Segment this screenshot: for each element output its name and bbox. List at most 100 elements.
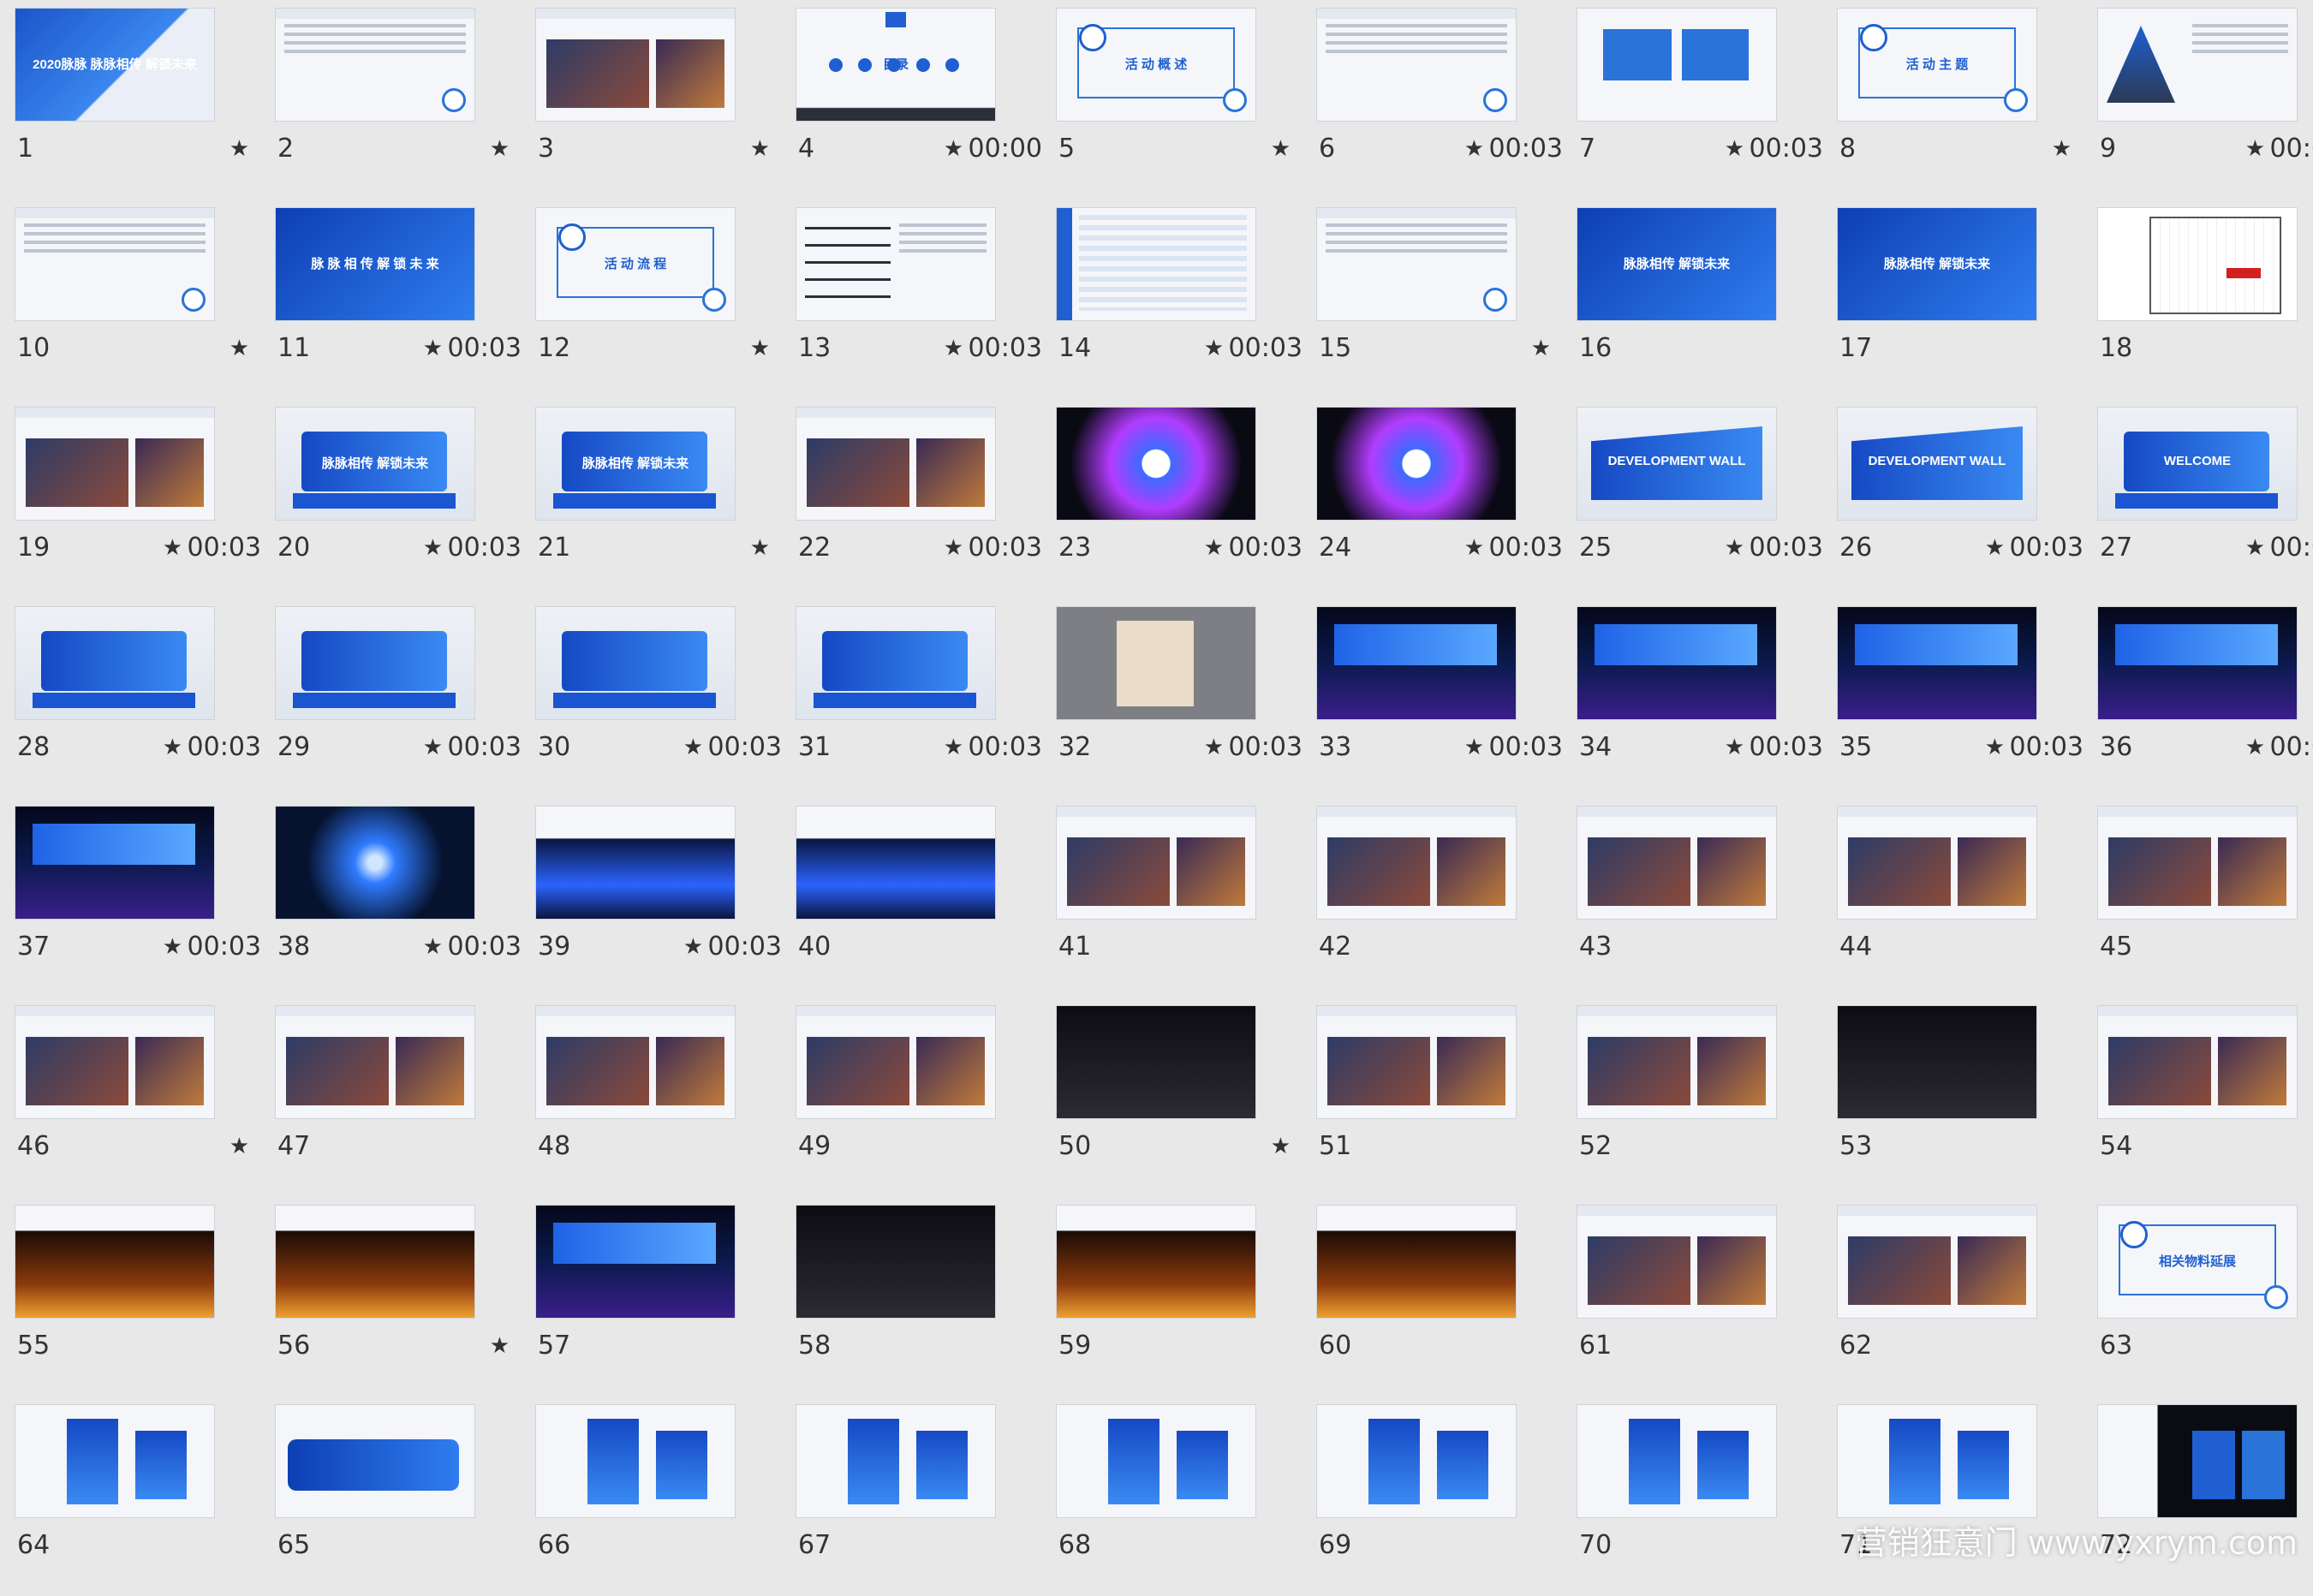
- slide-thumbnail-1[interactable]: 2020脉脉 脉脉相传 解锁未来 1 ★: [0, 0, 261, 200]
- slide-thumbnail-47[interactable]: 47: [260, 998, 522, 1197]
- slide-preview[interactable]: [1317, 607, 1516, 719]
- slide-preview[interactable]: [796, 1405, 995, 1517]
- slide-thumbnail-66[interactable]: 66: [521, 1396, 782, 1596]
- star-icon[interactable]: ★: [163, 935, 182, 957]
- slide-thumbnail-32[interactable]: 32 ★ 00:03: [1041, 598, 1303, 798]
- slide-thumbnail-7[interactable]: 7 ★ 00:03: [1562, 0, 1823, 200]
- slide-preview[interactable]: [1838, 1405, 2036, 1517]
- star-icon[interactable]: ★: [230, 1134, 249, 1157]
- star-icon[interactable]: ★: [683, 935, 703, 957]
- slide-preview[interactable]: [276, 9, 474, 121]
- slide-thumbnail-12[interactable]: 活 动 流 程 12 ★: [521, 200, 782, 399]
- slide-preview[interactable]: 脉脉相传 解锁未来: [536, 408, 735, 520]
- star-icon[interactable]: ★: [944, 336, 963, 359]
- slide-preview[interactable]: [15, 607, 214, 719]
- slide-thumbnail-59[interactable]: 59: [1041, 1197, 1303, 1396]
- slide-preview[interactable]: [1317, 807, 1516, 919]
- slide-thumbnail-4[interactable]: 目录 4 ★ 00:00: [781, 0, 1042, 200]
- slide-thumbnail-33[interactable]: 33 ★ 00:03: [1302, 598, 1563, 798]
- slide-thumbnail-64[interactable]: 64: [0, 1396, 261, 1596]
- slide-preview[interactable]: [1577, 1006, 1776, 1118]
- slide-thumbnail-13[interactable]: 13 ★ 00:03: [781, 200, 1042, 399]
- slide-preview[interactable]: [1317, 408, 1516, 520]
- slide-thumbnail-2[interactable]: 2 ★: [260, 0, 522, 200]
- slide-preview[interactable]: [796, 1006, 995, 1118]
- slide-preview[interactable]: [2098, 607, 2297, 719]
- slide-thumbnail-18[interactable]: 18: [2083, 200, 2313, 399]
- slide-preview[interactable]: [2098, 9, 2297, 121]
- slide-thumbnail-21[interactable]: 脉脉相传 解锁未来 21 ★: [521, 399, 782, 598]
- slide-thumbnail-22[interactable]: 22 ★ 00:03: [781, 399, 1042, 598]
- slide-thumbnail-65[interactable]: 65: [260, 1396, 522, 1596]
- star-icon[interactable]: ★: [944, 536, 963, 558]
- star-icon[interactable]: ★: [1985, 735, 2005, 758]
- slide-preview[interactable]: [15, 408, 214, 520]
- slide-preview[interactable]: [796, 1206, 995, 1318]
- slide-thumbnail-8[interactable]: 活 动 主 题 8 ★: [1822, 0, 2083, 200]
- slide-preview[interactable]: [1577, 1206, 1776, 1318]
- slide-preview[interactable]: [536, 1006, 735, 1118]
- slide-thumbnail-51[interactable]: 51: [1302, 998, 1563, 1197]
- slide-preview[interactable]: [1317, 1206, 1516, 1318]
- slide-preview[interactable]: 2020脉脉 脉脉相传 解锁未来: [15, 9, 214, 121]
- star-icon[interactable]: ★: [423, 935, 443, 957]
- slide-thumbnail-26[interactable]: DEVELOPMENT WALL 26 ★ 00:03: [1822, 399, 2083, 598]
- slide-thumbnail-70[interactable]: 70: [1562, 1396, 1823, 1596]
- star-icon[interactable]: ★: [1985, 536, 2005, 558]
- slide-preview[interactable]: [536, 1405, 735, 1517]
- slide-thumbnail-14[interactable]: 14 ★ 00:03: [1041, 200, 1303, 399]
- slide-preview[interactable]: [2098, 208, 2297, 320]
- slide-thumbnail-46[interactable]: 46 ★: [0, 998, 261, 1197]
- slide-preview[interactable]: [796, 208, 995, 320]
- star-icon[interactable]: ★: [1204, 336, 1224, 359]
- star-icon[interactable]: ★: [1204, 536, 1224, 558]
- slide-thumbnail-30[interactable]: 30 ★ 00:03: [521, 598, 782, 798]
- slide-thumbnail-72[interactable]: 72: [2083, 1396, 2313, 1596]
- star-icon[interactable]: ★: [1271, 137, 1291, 159]
- star-icon[interactable]: ★: [2245, 536, 2265, 558]
- slide-thumbnail-10[interactable]: 10 ★: [0, 200, 261, 399]
- slide-preview[interactable]: [1838, 607, 2036, 719]
- slide-preview[interactable]: [1057, 607, 1255, 719]
- star-icon[interactable]: ★: [1271, 1134, 1291, 1157]
- star-icon[interactable]: ★: [683, 735, 703, 758]
- slide-thumbnail-16[interactable]: 脉脉相传 解锁未来 16: [1562, 200, 1823, 399]
- slide-preview[interactable]: [796, 408, 995, 520]
- slide-preview[interactable]: [1577, 9, 1776, 121]
- slide-preview[interactable]: [276, 807, 474, 919]
- slide-preview[interactable]: [1317, 1006, 1516, 1118]
- star-icon[interactable]: ★: [1204, 735, 1224, 758]
- star-icon[interactable]: ★: [2052, 137, 2072, 159]
- slide-preview[interactable]: [1057, 1006, 1255, 1118]
- slide-preview[interactable]: [2098, 1405, 2297, 1517]
- slide-preview[interactable]: [1317, 208, 1516, 320]
- star-icon[interactable]: ★: [1725, 137, 1744, 159]
- slide-preview[interactable]: [1577, 607, 1776, 719]
- slide-thumbnail-15[interactable]: 15 ★: [1302, 200, 1563, 399]
- slide-preview[interactable]: [15, 208, 214, 320]
- slide-thumbnail-9[interactable]: 9 ★00:03: [2083, 0, 2313, 200]
- star-icon[interactable]: ★: [750, 137, 770, 159]
- slide-preview[interactable]: [15, 807, 214, 919]
- star-icon[interactable]: ★: [423, 536, 443, 558]
- slide-thumbnail-38[interactable]: 38 ★ 00:03: [260, 798, 522, 998]
- slide-thumbnail-11[interactable]: 脉 脉 相 传 解 锁 未 来 11 ★ 00:03: [260, 200, 522, 399]
- slide-preview[interactable]: [536, 807, 735, 919]
- slide-preview[interactable]: [796, 607, 995, 719]
- slide-thumbnail-39[interactable]: 39 ★ 00:03: [521, 798, 782, 998]
- star-icon[interactable]: ★: [163, 536, 182, 558]
- star-icon[interactable]: ★: [490, 137, 510, 159]
- star-icon[interactable]: ★: [423, 336, 443, 359]
- slide-thumbnail-25[interactable]: DEVELOPMENT WALL 25 ★ 00:03: [1562, 399, 1823, 598]
- slide-preview[interactable]: DEVELOPMENT WALL: [1838, 408, 2036, 520]
- slide-preview[interactable]: 活 动 概 述: [1057, 9, 1255, 121]
- slide-thumbnail-28[interactable]: 28 ★ 00:03: [0, 598, 261, 798]
- slide-thumbnail-41[interactable]: 41: [1041, 798, 1303, 998]
- star-icon[interactable]: ★: [750, 536, 770, 558]
- star-icon[interactable]: ★: [423, 735, 443, 758]
- slide-preview[interactable]: [536, 607, 735, 719]
- slide-thumbnail-17[interactable]: 脉脉相传 解锁未来 17: [1822, 200, 2083, 399]
- slide-thumbnail-61[interactable]: 61: [1562, 1197, 1823, 1396]
- slide-thumbnail-34[interactable]: 34 ★ 00:03: [1562, 598, 1823, 798]
- slide-thumbnail-24[interactable]: 24 ★ 00:03: [1302, 399, 1563, 598]
